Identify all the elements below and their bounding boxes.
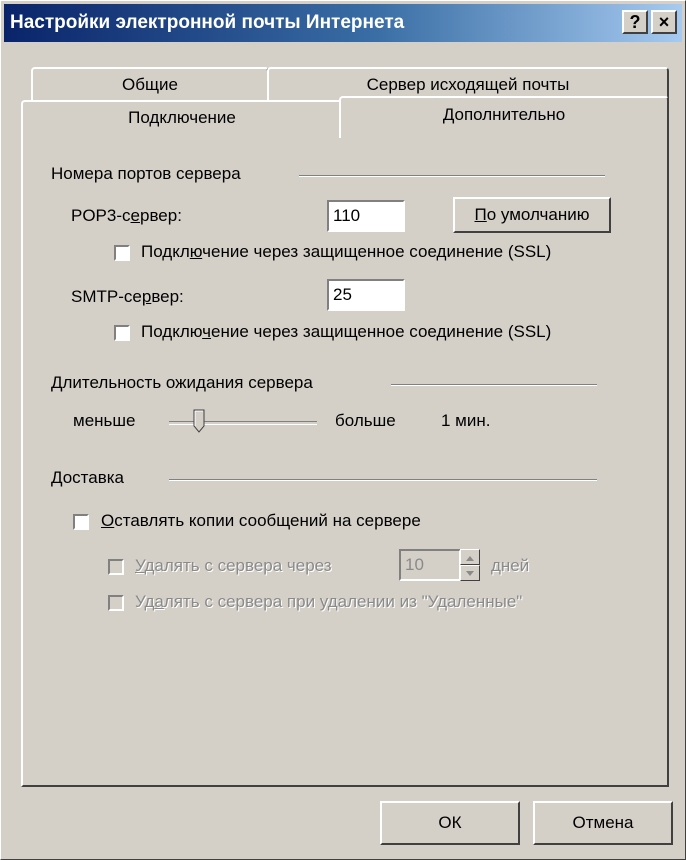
ports-group-title: Номера портов сервера [51,164,241,183]
tab-outgoing-server-label: Сервер исходящей почты [366,75,570,94]
pop3-label: POP3-сервер: [71,206,182,225]
default-button[interactable]: По умолчанию [453,197,611,233]
days-spin-down-button[interactable] [460,565,480,581]
pop3-ssl-checkbox[interactable] [114,245,130,261]
days-spin-up-button[interactable] [460,549,480,565]
remove-deleted-checkbox[interactable] [108,595,124,611]
smtp-ssl-checkbox[interactable] [114,325,130,341]
help-button[interactable]: ? [622,10,648,34]
tab-advanced-label: Дополнительно [442,105,566,124]
delivery-group-line [169,479,597,481]
dialog-window: Настройки электронной почты Интернета ? … [0,0,686,860]
spin-up-icon [466,556,474,561]
days-label: дней [491,556,530,575]
timeout-value: 1 мин. [441,411,491,430]
timeout-slider-track[interactable] [169,421,317,425]
tab-general[interactable]: Общие [31,67,269,101]
tab-advanced[interactable]: Дополнительно [339,96,669,138]
tab-connection[interactable]: Подключение [21,100,343,134]
remove-deleted-label: Удалять с сервера при удалении из "Удале… [135,592,523,611]
delivery-group-title: Доставка [51,468,125,487]
remove-after-checkbox[interactable] [108,559,124,575]
ok-button[interactable]: ОК [380,801,520,845]
pop3-ssl-label: Подключение через защищенное соединение … [141,242,552,261]
timeout-less-label: меньше [73,411,136,430]
ports-group-line [299,175,605,177]
timeout-slider-thumb[interactable] [193,409,205,433]
cancel-button[interactable]: Отмена [533,801,673,845]
tab-general-label: Общие [122,75,178,94]
pop3-port-input[interactable]: 110 [327,200,405,232]
timeout-group-line [391,384,597,386]
spin-down-icon [466,571,474,576]
smtp-port-input[interactable]: 25 [327,279,405,311]
timeout-group-title: Длительность ожидания сервера [51,373,313,392]
timeout-more-label: больше [335,411,396,430]
smtp-label: SMTP-сервер: [71,287,184,306]
leave-copies-label: Оставлять копии сообщений на сервере [101,511,421,530]
tab-connection-label: Подключение [128,108,236,127]
default-button-label: По умолчанию [474,205,590,224]
window-title: Настройки электронной почты Интернета [10,12,405,33]
leave-copies-checkbox[interactable] [73,514,89,530]
close-button[interactable]: × [651,10,677,34]
remove-after-label: Удалять с сервера через [135,556,332,575]
smtp-ssl-label: Подключение через защищенное соединение … [141,322,552,341]
title-bar[interactable]: Настройки электронной почты Интернета ? … [4,4,682,42]
remove-days-input[interactable]: 10 [399,549,461,581]
